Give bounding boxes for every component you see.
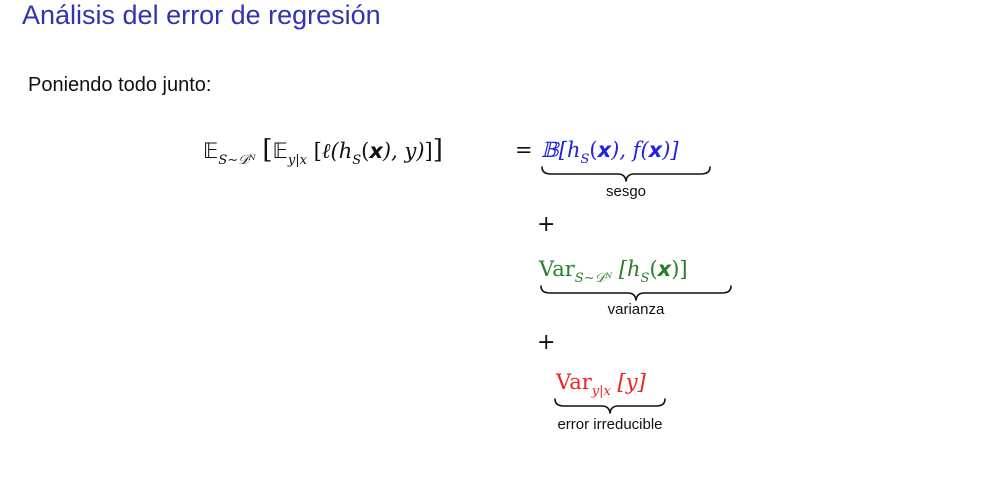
- bias-term: 𝔹[hS(x), f(x)]: [541, 136, 679, 166]
- noise-subscript: y|x: [591, 384, 611, 399]
- equation-lhs: 𝔼S∼𝒟ᴺ [𝔼y|x [ℓ(hS(x), y)]]: [203, 135, 443, 168]
- variance-open: [h: [612, 257, 641, 281]
- h-subscript: S: [352, 153, 362, 168]
- open-big-bracket: [: [262, 135, 273, 165]
- bias-mid: ), f(: [611, 138, 649, 162]
- expectation-inner: 𝔼: [272, 139, 288, 163]
- open-bracket: [: [313, 139, 322, 163]
- variance-var: Var: [539, 257, 575, 281]
- noise-label: error irreducible: [557, 416, 663, 433]
- variance-paren: (: [649, 257, 658, 281]
- plus-sign-1: +: [537, 212, 556, 237]
- variance-term: VarS∼𝒟ᴺ [hS(x)]: [539, 255, 688, 286]
- bias-suffix: )]: [662, 138, 679, 162]
- close-big-bracket: ]: [432, 135, 443, 165]
- loss-fn: ℓ(h: [321, 139, 353, 163]
- variance-x: x: [657, 257, 672, 281]
- slide-title: Análisis del error de regresión: [22, 0, 381, 30]
- noise-term: Vary|x [y]: [556, 368, 646, 399]
- variance-label: varianza: [607, 301, 665, 318]
- loss-rest: ), y): [382, 139, 425, 163]
- noise-var: Var: [556, 370, 592, 394]
- intro-text: Poniendo todo junto:: [28, 74, 212, 96]
- variance-close: )]: [671, 257, 688, 281]
- bias-underbrace: [541, 166, 711, 182]
- x-vector: x: [369, 139, 383, 163]
- bias-label: sesgo: [605, 183, 647, 200]
- expectation-inner-subscript: y|x: [287, 153, 307, 168]
- bias-x1: x: [597, 138, 612, 162]
- noise-expr: [y]: [610, 370, 646, 394]
- plus-sign-2: +: [537, 330, 556, 355]
- bias-paren: (: [589, 138, 598, 162]
- bias-expr-prefix: 𝔹[h: [541, 138, 581, 162]
- bias-x2: x: [648, 138, 663, 162]
- noise-underbrace: [554, 398, 666, 414]
- equals-sign: =: [515, 138, 533, 162]
- variance-underbrace: [540, 285, 732, 301]
- expectation-outer-subscript: S∼𝒟ᴺ: [218, 153, 256, 168]
- variance-subscript: S∼𝒟ᴺ: [574, 271, 613, 286]
- expectation-outer: 𝔼: [203, 139, 219, 163]
- close-bracket: ]: [424, 139, 433, 163]
